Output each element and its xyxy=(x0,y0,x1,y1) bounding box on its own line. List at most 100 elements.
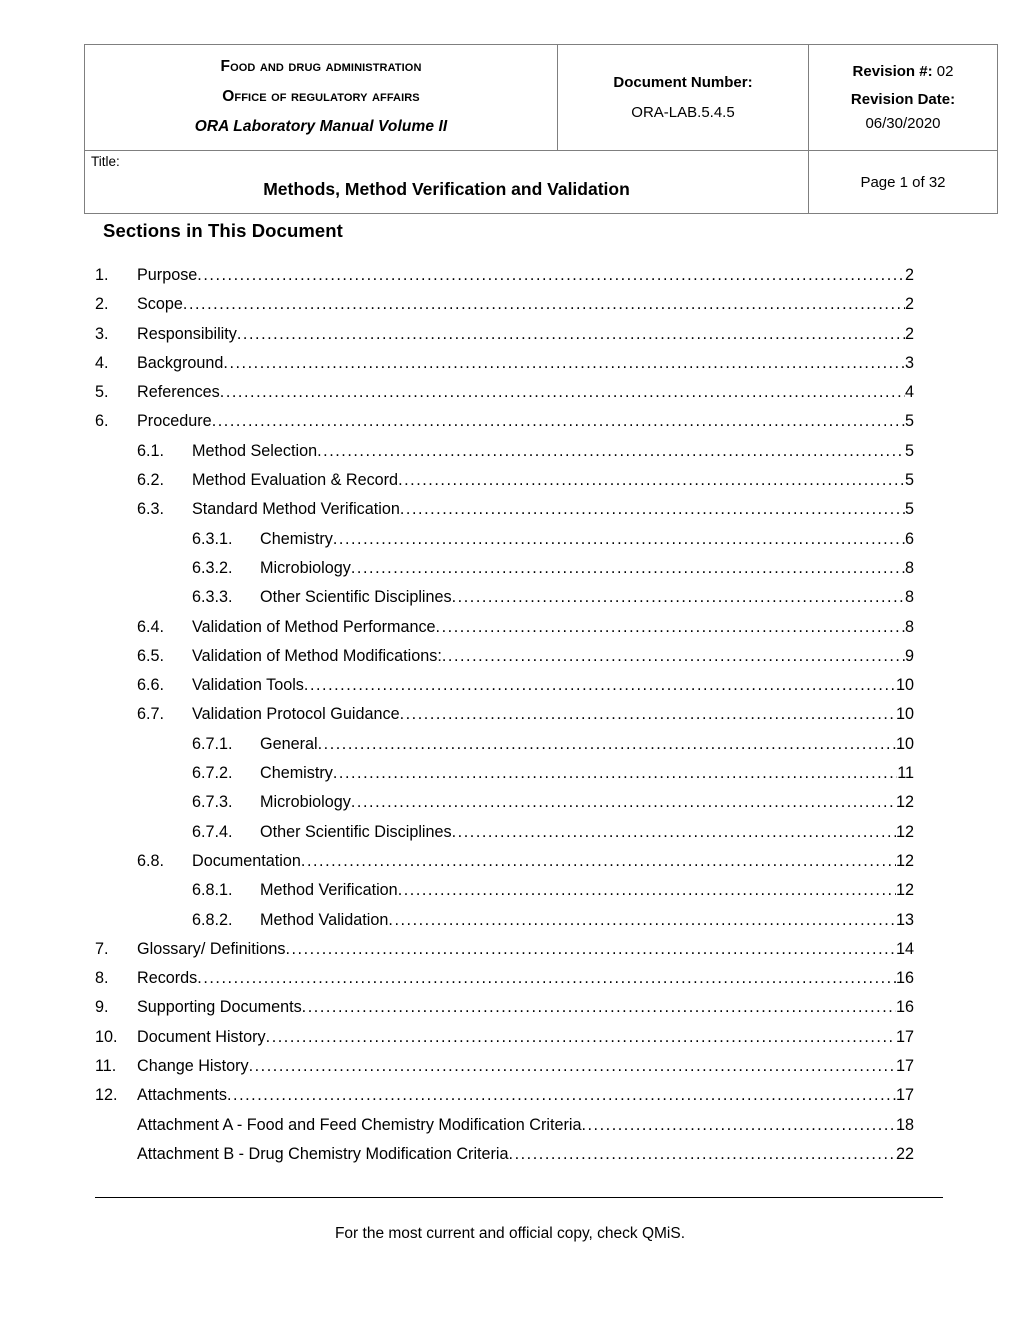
toc-entry[interactable]: 4. Background............................… xyxy=(84,349,914,378)
toc-entry-label: Method Evaluation & Record xyxy=(192,471,399,490)
toc-entry-number: 3. xyxy=(95,324,109,343)
toc-entry[interactable]: 6.1. Method Selection....................… xyxy=(84,437,914,466)
toc-entry-label: Procedure xyxy=(137,412,212,431)
toc-leader-dots: ........................................… xyxy=(332,764,898,783)
toc-entry[interactable]: 6.7.2. Chemistry.........................… xyxy=(84,759,914,788)
toc-entry-label: Method Selection xyxy=(192,441,318,460)
toc-entry[interactable]: 12. Attachments..........................… xyxy=(84,1081,914,1110)
toc-leader-dots: ........................................… xyxy=(581,1115,896,1134)
toc-entry-number: 6.7.4. xyxy=(192,822,233,841)
toc-entry-page: 8 xyxy=(904,617,914,636)
document-number-value: ORA-LAB.5.4.5 xyxy=(631,104,735,122)
page-indicator: Page 1 of 32 xyxy=(860,173,946,191)
toc-entry-page: 5 xyxy=(904,500,914,519)
toc-entry[interactable]: 6.3.1. Chemistry.........................… xyxy=(84,525,914,554)
document-title: Methods, Method Verification and Validat… xyxy=(263,178,630,199)
toc-entry[interactable]: 2. Scope.................................… xyxy=(84,290,914,319)
toc-leader-dots: ........................................… xyxy=(441,646,905,665)
toc-entry[interactable]: 6.6. Validation Tools....................… xyxy=(84,671,914,700)
toc-entry[interactable]: 3. Responsibility........................… xyxy=(84,320,914,349)
toc-entry[interactable]: 6.8. Documentation.......................… xyxy=(84,847,914,876)
toc-entry-page: 12 xyxy=(895,851,914,870)
title-cell: Title: Methods, Method Verification and … xyxy=(84,150,809,215)
toc-entry-page: 4 xyxy=(904,383,914,402)
toc-entry-page: 8 xyxy=(904,558,914,577)
toc-entry-page: 13 xyxy=(895,910,914,929)
toc-entry-page: 12 xyxy=(895,793,914,812)
toc-entry[interactable]: 10. Document History.....................… xyxy=(84,1023,914,1052)
toc-leader-dots: ........................................… xyxy=(399,705,896,724)
toc-entry-number: 9. xyxy=(95,998,109,1017)
revision-date-label: Revision Date: xyxy=(850,90,956,108)
toc-entry-number: 6.2. xyxy=(137,471,165,490)
toc-entry[interactable]: 6.2. Method Evaluation & Record..........… xyxy=(84,466,914,495)
toc-entry-label: Microbiology xyxy=(260,793,351,812)
toc-entry[interactable]: 6.3.3. Other Scientific Disciplines......… xyxy=(84,583,914,612)
toc-entry[interactable]: 6.8.1. Method Verification...............… xyxy=(84,876,914,905)
toc-entry-number: 6.3. xyxy=(137,500,165,519)
toc-entry[interactable]: 6.7.3. Microbiology......................… xyxy=(84,788,914,817)
toc-entry-number: 7. xyxy=(95,939,109,958)
toc-entry[interactable]: Attachment A - Food and Feed Chemistry M… xyxy=(84,1111,914,1140)
toc-entry-page: 8 xyxy=(904,588,914,607)
header-row-title: Title: Methods, Method Verification and … xyxy=(84,150,998,215)
toc-entry-number: 6.1. xyxy=(137,441,165,460)
toc-entry-label: Other Scientific Disciplines xyxy=(260,588,452,607)
toc-entry[interactable]: Attachment B - Drug Chemistry Modificati… xyxy=(84,1140,914,1169)
toc-entry[interactable]: 6.7.4. Other Scientific Disciplines......… xyxy=(84,818,914,847)
toc-entry[interactable]: 8. Records...............................… xyxy=(84,964,914,993)
toc-entry-label: Validation of Method Modifications: xyxy=(192,646,442,665)
toc-entry-label: Change History xyxy=(137,1057,249,1076)
toc-leader-dots: ........................................… xyxy=(508,1144,896,1163)
toc-entry-label: Method Verification xyxy=(260,881,398,900)
toc-entry[interactable]: 7. Glossary/ Definitions.................… xyxy=(84,935,914,964)
toc-entry-label: Purpose xyxy=(137,266,198,284)
toc-leader-dots: ........................................… xyxy=(398,471,905,490)
toc-leader-dots: ........................................… xyxy=(265,1027,896,1046)
toc-entry-number: 5. xyxy=(95,383,109,402)
toc-entry[interactable]: 6. Procedure.............................… xyxy=(84,407,914,436)
toc-entry[interactable]: 6.5. Validation of Method Modifications:.… xyxy=(84,642,914,671)
revision-number-value: 02 xyxy=(936,62,954,80)
document-page: Food and Drug Administration Office of R… xyxy=(0,0,1020,1320)
toc-entry[interactable]: 11. Change History.......................… xyxy=(84,1052,914,1081)
toc-leader-dots: ........................................… xyxy=(350,558,905,577)
toc-entry-label: Validation Tools xyxy=(192,676,304,695)
toc-entry[interactable]: 6.3.2. Microbiology......................… xyxy=(84,554,914,583)
toc-leader-dots: ........................................… xyxy=(317,441,905,460)
table-of-contents: 1. Purpose...............................… xyxy=(84,261,914,1169)
page-indicator-cell: Page 1 of 32 xyxy=(808,150,998,215)
toc-entry-page: 12 xyxy=(895,881,914,900)
toc-leader-dots: ........................................… xyxy=(236,324,905,343)
toc-entry-number: 6.6. xyxy=(137,676,165,695)
toc-entry[interactable]: 6.8.2. Method Validation.................… xyxy=(84,906,914,935)
toc-entry-page: 16 xyxy=(895,969,914,988)
toc-entry-page: 17 xyxy=(895,1086,914,1105)
toc-entry-page: 10 xyxy=(895,734,914,753)
title-label: Title: xyxy=(91,154,120,170)
toc-entry-number: 10. xyxy=(95,1027,118,1046)
toc-entry-label: Responsibility xyxy=(137,324,237,343)
toc-entry-page: 5 xyxy=(904,441,914,460)
toc-entry-label: Glossary/ Definitions xyxy=(137,939,286,958)
toc-leader-dots: ........................................… xyxy=(211,412,905,431)
toc-leader-dots: ........................................… xyxy=(388,910,896,929)
toc-entry[interactable]: 6.4. Validation of Method Performance....… xyxy=(84,613,914,642)
toc-entry-page: 14 xyxy=(895,939,914,958)
toc-entry-number: 6.7. xyxy=(137,705,165,724)
toc-entry[interactable]: 5. References............................… xyxy=(84,378,914,407)
toc-entry-label: References xyxy=(137,383,220,402)
toc-leader-dots: ........................................… xyxy=(317,734,896,753)
toc-entry-page: 17 xyxy=(895,1057,914,1076)
toc-entry[interactable]: 9. Supporting Documents..................… xyxy=(84,993,914,1022)
toc-entry-number: 6.5. xyxy=(137,646,165,665)
toc-entry[interactable]: 1. Purpose...............................… xyxy=(84,261,914,290)
toc-entry[interactable]: 6.3. Standard Method Verification........… xyxy=(84,495,914,524)
toc-entry-label: Scope xyxy=(137,295,183,314)
toc-entry-label: Chemistry xyxy=(260,529,333,548)
toc-entry-page: 3 xyxy=(904,353,914,372)
toc-leader-dots: ........................................… xyxy=(219,383,905,402)
toc-entry[interactable]: 6.7. Validation Protocol Guidance........… xyxy=(84,700,914,729)
toc-entry[interactable]: 6.7.1. General...........................… xyxy=(84,730,914,759)
toc-entry-label: Attachment B - Drug Chemistry Modificati… xyxy=(137,1144,509,1163)
